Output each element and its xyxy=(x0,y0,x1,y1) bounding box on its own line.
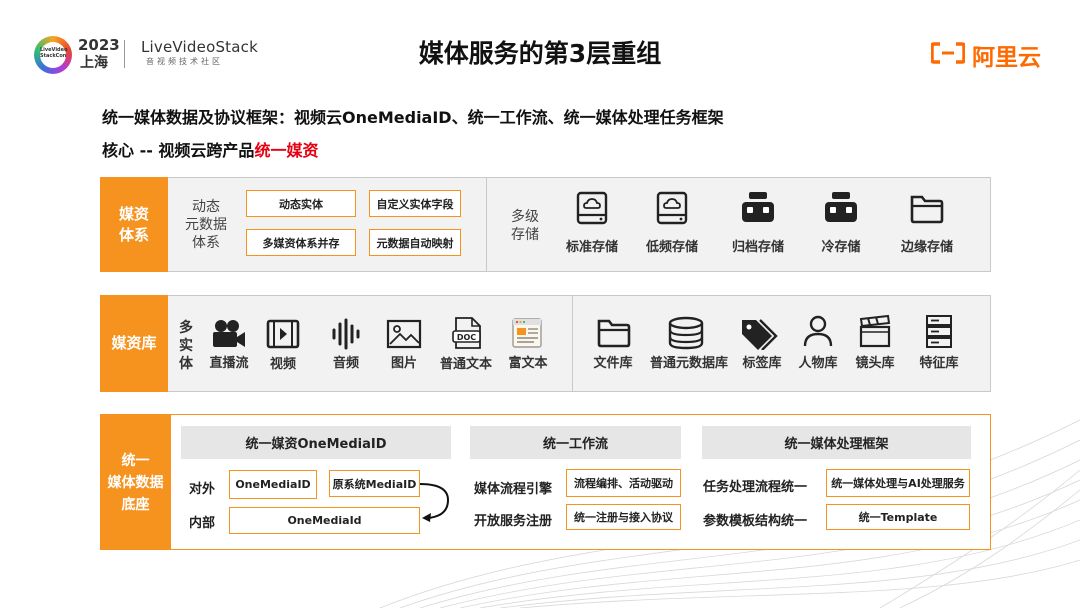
image-icon xyxy=(386,319,422,349)
storage-label-low-freq: 低频存储 xyxy=(645,240,698,255)
internal-label: 内部 xyxy=(189,516,216,531)
media-system-label-line-1: 媒资 xyxy=(118,205,149,223)
flow-engine-label: 媒体流程引擎 xyxy=(474,482,553,497)
base-label-line-1: 统一 xyxy=(121,453,150,469)
folder-icon xyxy=(597,319,631,348)
database-icon xyxy=(668,316,704,350)
cloud-drive-icon xyxy=(576,191,608,225)
svg-text:DOC: DOC xyxy=(457,333,476,342)
row1-divider xyxy=(486,177,487,272)
param-template-label: 参数模板结构统一 xyxy=(703,514,808,529)
entity-label-text: 普通文本 xyxy=(439,357,492,372)
meta-label-line-3: 体系 xyxy=(192,235,220,251)
archive-icon xyxy=(825,192,857,222)
subtitle-line-2: 核心 -- 视频云跨产品统一媒资 xyxy=(102,137,318,161)
meta-label-line-2: 元数据 xyxy=(185,217,227,233)
custom-entity-field-box: 自定义实体字段 xyxy=(369,190,461,217)
multi-asset-system-box: 多媒资体系并存 xyxy=(246,229,356,256)
media-system-label: 媒资 体系 xyxy=(100,177,168,272)
subtitle-prefix: 核心 -- 视频云跨产品 xyxy=(102,141,255,160)
onemediaid-header: 统一媒资OneMediaID xyxy=(181,426,451,459)
storage-label-line-2: 存储 xyxy=(511,227,539,243)
mapping-arrow-icon xyxy=(419,483,450,522)
base-label-line-2: 媒体数据 xyxy=(107,475,164,491)
audio-wave-icon xyxy=(332,318,360,350)
dynamic-metadata-label: 动态 元数据 体系 xyxy=(178,198,234,252)
multi-label-line-3: 体 xyxy=(179,356,193,372)
legacy-mediaid-box: 原系统MediaID xyxy=(329,470,420,497)
cloud-drive-icon xyxy=(656,191,688,225)
server-icon xyxy=(926,315,952,348)
media-library-label: 媒资库 xyxy=(100,295,168,392)
multi-entity-label: 多 实 体 xyxy=(176,319,196,373)
internal-onemediaid-box: OneMediaId xyxy=(229,507,420,534)
register-protocol-box: 统一注册与接入协议 xyxy=(566,504,681,530)
person-icon xyxy=(803,315,833,347)
storage-label-cold: 冷存储 xyxy=(821,240,861,255)
subtitle-line-1: 统一媒体数据及协议框架：视频云OneMediaID、统一工作流、统一媒体处理任务… xyxy=(102,108,724,127)
unified-data-base-label: 统一 媒体数据 底座 xyxy=(100,414,171,550)
multi-level-storage-label: 多级 存储 xyxy=(500,208,550,244)
media-system-label-line-2: 体系 xyxy=(118,226,149,244)
entity-label-image: 图片 xyxy=(390,356,417,371)
storage-label-edge: 边缘存储 xyxy=(900,240,953,255)
storage-label-archive: 归档存储 xyxy=(731,240,784,255)
orchestration-box: 流程编排、活动驱动 xyxy=(566,469,681,497)
onemediaid-box: OneMediaID xyxy=(229,470,317,499)
tags-icon xyxy=(742,319,778,350)
clapper-icon xyxy=(859,314,891,348)
library-label-file: 文件库 xyxy=(593,356,633,371)
media-ai-processing-box: 统一媒体处理与AI处理服务 xyxy=(826,469,970,497)
doc-icon: DOC xyxy=(452,317,481,349)
storage-label-standard: 标准存储 xyxy=(565,240,618,255)
library-label-shot: 镜头库 xyxy=(855,356,895,371)
library-label-metadata: 普通元数据库 xyxy=(649,356,728,371)
base-label-line-3: 底座 xyxy=(121,497,150,513)
video-camera-icon xyxy=(213,320,245,347)
processing-framework-header: 统一媒体处理框架 xyxy=(702,426,971,459)
multi-label-line-2: 实 xyxy=(179,338,193,354)
workflow-header: 统一工作流 xyxy=(470,426,681,459)
entity-label-rich-text: 富文本 xyxy=(508,356,548,371)
aliyun-logo-text: 阿里云 xyxy=(972,45,1041,71)
meta-label-line-1: 动态 xyxy=(192,199,220,215)
dynamic-entity-box: 动态实体 xyxy=(246,190,356,217)
entity-label-audio: 音频 xyxy=(332,356,359,371)
rich-text-icon xyxy=(512,318,542,348)
film-icon xyxy=(266,319,300,349)
row2-divider xyxy=(572,295,573,392)
external-label: 对外 xyxy=(189,482,216,497)
multi-label-line-1: 多 xyxy=(179,320,193,336)
folder-icon xyxy=(910,195,944,224)
entity-label-video: 视频 xyxy=(269,357,296,372)
metadata-auto-mapping-box: 元数据自动映射 xyxy=(369,229,461,256)
unified-template-box: 统一Template xyxy=(826,504,970,530)
task-flow-label: 任务处理流程统一 xyxy=(703,480,808,495)
storage-label-line-1: 多级 xyxy=(511,209,539,225)
page-title: 媒体服务的第3层重组 xyxy=(418,39,662,68)
aliyun-logo-icon xyxy=(931,42,965,64)
library-label-feature: 特征库 xyxy=(919,356,959,371)
archive-icon xyxy=(742,192,774,222)
service-registry-label: 开放服务注册 xyxy=(474,514,553,529)
subtitle-highlight: 统一媒资 xyxy=(254,141,319,160)
